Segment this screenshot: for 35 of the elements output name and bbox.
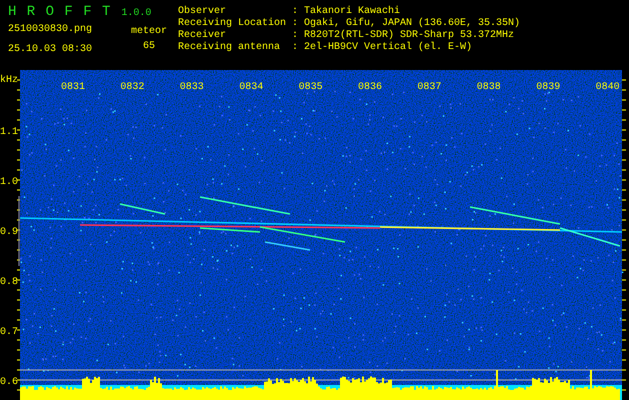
time-label: 0836 xyxy=(358,82,382,93)
time-label: 0840 xyxy=(596,82,620,93)
info-colon: : xyxy=(292,18,300,30)
info-colon: : xyxy=(292,42,300,54)
frequency-label: 0.8 xyxy=(0,277,18,288)
info-label: Observer xyxy=(178,6,228,18)
info-value: Ogaki, Gifu, JAPAN (136.60E, 35.35N) xyxy=(304,18,520,30)
time-label: 0838 xyxy=(476,82,501,93)
count-label: meteor xyxy=(130,26,167,38)
time-label: 0834 xyxy=(239,82,264,93)
file-name: 2510030830.png xyxy=(8,24,94,36)
time-label: 0837 xyxy=(417,82,442,93)
axis-unit: kHz xyxy=(0,75,18,86)
app-title: H R O F F T xyxy=(8,4,112,20)
date-time: 25.10.03 08:30 xyxy=(8,44,94,56)
time-label: 0832 xyxy=(120,82,144,93)
frequency-label: 1.1 xyxy=(0,127,18,138)
frequency-label: 0.9 xyxy=(0,227,18,238)
info-value: R820T2(RTL-SDR) SDR-Sharp 53.372MHz xyxy=(304,30,516,42)
meteor-count: 65 xyxy=(142,41,155,53)
info-label: Receiver xyxy=(178,30,228,42)
info-label: Receiving antenna xyxy=(178,42,282,54)
info-value: Takanori Kawachi xyxy=(304,6,402,18)
info-label: Receiving Location xyxy=(178,18,288,30)
time-label: 0839 xyxy=(536,82,560,93)
frequency-label: 0.6 xyxy=(0,377,18,388)
info-colon: : xyxy=(292,30,300,42)
app-version: 1.0.0 xyxy=(121,8,152,19)
frequency-label: 0.7 xyxy=(0,327,18,338)
info-colon: : xyxy=(292,6,300,18)
info-value: 2el-HB9CV Vertical (el. E-W) xyxy=(304,42,474,54)
time-label: 0831 xyxy=(61,82,85,93)
time-label: 0833 xyxy=(180,82,204,93)
frequency-label: 1.0 xyxy=(0,177,18,188)
time-label: 0835 xyxy=(298,82,323,93)
